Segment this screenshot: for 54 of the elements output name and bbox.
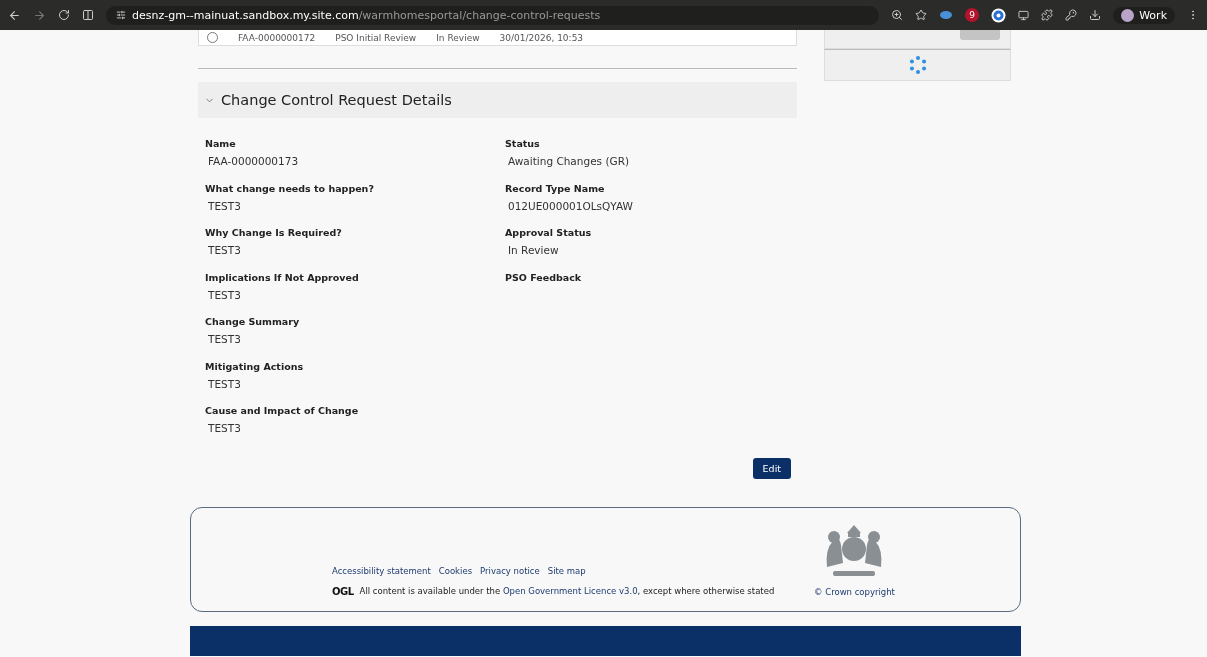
section-header[interactable]: Change Control Request Details bbox=[198, 82, 797, 118]
field-value: FAA-0000000173 bbox=[207, 155, 300, 167]
reload-icon[interactable] bbox=[58, 9, 70, 21]
extension-icon[interactable] bbox=[939, 10, 954, 20]
licence-link[interactable]: Open Government Licence v3.0 bbox=[502, 586, 638, 596]
radio-button[interactable] bbox=[207, 32, 218, 43]
field-label: Status bbox=[505, 138, 541, 149]
licence-text: All content is available under the Open Government Licence v3.0, except where otherwise stated bbox=[359, 586, 775, 596]
field-label: Record Type Name bbox=[505, 182, 606, 194]
ogl-logo: OGL bbox=[332, 585, 354, 597]
puzzle-icon[interactable] bbox=[1041, 9, 1054, 21]
footer-link[interactable]: Accessibility statement bbox=[332, 565, 431, 576]
forward-icon[interactable] bbox=[33, 8, 46, 22]
star-icon[interactable] bbox=[915, 9, 928, 21]
copyright-link[interactable]: © Crown copyright bbox=[814, 586, 895, 597]
table-cell: In Review bbox=[436, 32, 480, 43]
profile-button[interactable]: Work bbox=[1113, 6, 1175, 24]
field-value: TEST3 bbox=[207, 333, 242, 345]
address-bar[interactable]: desnz-gm--mainuat.sandbox.my.site.com/warmhomesportal/change-control-requests bbox=[106, 5, 880, 25]
footer-link[interactable]: Cookies bbox=[438, 565, 473, 576]
footer-link[interactable]: Site map bbox=[547, 565, 586, 576]
site-settings-icon[interactable] bbox=[116, 10, 126, 20]
key-icon[interactable] bbox=[1065, 9, 1078, 21]
field-value: In Review bbox=[507, 244, 560, 256]
field-value: TEST3 bbox=[207, 422, 242, 434]
field-value: TEST3 bbox=[207, 244, 242, 256]
field-label: Change Summary bbox=[205, 316, 301, 327]
edit-button[interactable]: Edit bbox=[752, 457, 791, 479]
table-cell: 30/01/2026, 10:53 bbox=[499, 32, 584, 43]
zoom-icon[interactable] bbox=[891, 9, 904, 21]
request-row[interactable]: FAA-0000000172 PSO Initial Review In Review 30/01/2026, 10:53 bbox=[198, 30, 797, 46]
footer-link[interactable]: Privacy notice bbox=[480, 565, 540, 576]
table-cell: PSO Initial Review bbox=[335, 32, 417, 43]
field-label: Implications If Not Approved bbox=[205, 271, 360, 283]
spinner-icon bbox=[907, 55, 928, 75]
avatar bbox=[1121, 8, 1135, 22]
field-value: TEST3 bbox=[207, 199, 242, 212]
split-view-icon[interactable] bbox=[82, 9, 94, 21]
field-value: TEST3 bbox=[207, 377, 242, 390]
field-label: Mitigating Actions bbox=[205, 360, 305, 372]
field-label: Cause and Impact of Change bbox=[205, 405, 360, 416]
field-label: Name bbox=[205, 138, 237, 149]
extension-badge[interactable]: 9 bbox=[965, 8, 980, 22]
field-label: What change needs to happen? bbox=[205, 182, 375, 194]
field-label: Approval Status bbox=[505, 227, 593, 238]
field-value: TEST3 bbox=[207, 288, 242, 301]
download-icon[interactable] bbox=[1089, 9, 1102, 21]
field-label: Why Change Is Required? bbox=[205, 227, 343, 238]
table-cell: FAA-0000000172 bbox=[238, 32, 316, 43]
field-value: Awaiting Changes (GR) bbox=[507, 155, 631, 167]
back-icon[interactable] bbox=[8, 8, 21, 22]
field-label: PSO Feedback bbox=[505, 271, 583, 283]
monitor-icon[interactable] bbox=[1018, 9, 1030, 21]
field-value: 012UE000001OLsQYAW bbox=[507, 199, 634, 212]
